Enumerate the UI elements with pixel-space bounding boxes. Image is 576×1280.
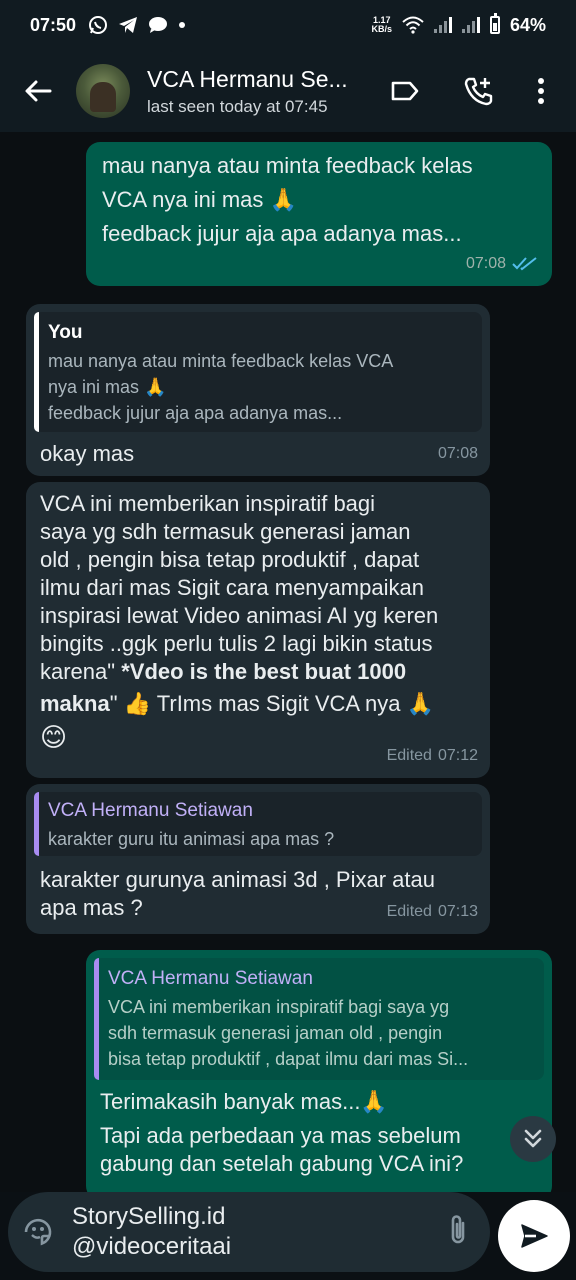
attach-button[interactable] bbox=[448, 1213, 468, 1252]
avatar[interactable] bbox=[76, 64, 130, 118]
sticker-icon bbox=[24, 1218, 52, 1246]
paperclip-icon bbox=[451, 1214, 465, 1243]
message-meta: 07:08 bbox=[438, 440, 478, 468]
message-composer: StorySelling.id @videoceritaai bbox=[8, 1192, 490, 1272]
message-bold-text: makna bbox=[40, 691, 110, 716]
message-text-part: " 👍 TrIms mas Sigit VCA nya 🙏 bbox=[109, 691, 434, 716]
edited-label: Edited bbox=[386, 903, 432, 920]
message-text-line: karena" *Vdeo is the best buat 1000 bbox=[40, 658, 476, 686]
message-text-line: karakter gurunya animasi 3d , Pixar atau bbox=[40, 867, 435, 892]
quoted-text-line: nya ini mas 🙏 bbox=[48, 377, 167, 397]
contact-name: VCA Hermanu Se... bbox=[147, 65, 348, 92]
add-call-icon[interactable] bbox=[458, 70, 500, 112]
message-time: 07:13 bbox=[437, 903, 478, 920]
wifi-icon bbox=[402, 16, 424, 34]
message-text-line: feedback jujur aja apa adanya mas... bbox=[102, 221, 462, 246]
message-text: okay mas bbox=[40, 441, 135, 466]
scroll-to-bottom-button[interactable] bbox=[510, 1116, 556, 1162]
message-incoming[interactable]: VCA ini memberikan inspiratif bagi saya … bbox=[26, 482, 490, 778]
message-outgoing[interactable]: mau nanya atau minta feedback kelas VCA … bbox=[86, 142, 552, 286]
input-text-line: StorySelling.id bbox=[72, 1203, 226, 1230]
quoted-text-line: feedback jujur aja apa adanya mas... bbox=[48, 403, 343, 423]
battery-level: 64% bbox=[509, 14, 546, 35]
message-text-line: VCA nya ini mas 🙏 bbox=[102, 187, 297, 212]
quoted-message[interactable]: You mau nanya atau minta feedback kelas … bbox=[34, 312, 482, 432]
message-text-line: inspirasi lewat Video animasi AI yg kere… bbox=[40, 603, 439, 628]
message-meta: Edited 07:13 bbox=[387, 898, 478, 926]
message-input[interactable]: StorySelling.id @videoceritaai bbox=[72, 1202, 412, 1262]
message-text-line: Terimakasih banyak mas...🙏 bbox=[100, 1089, 388, 1114]
double-chevron-down-icon bbox=[524, 1129, 542, 1148]
back-arrow-icon[interactable] bbox=[18, 71, 58, 111]
message-meta: 07:08 bbox=[466, 250, 538, 278]
more-vert-icon[interactable] bbox=[520, 70, 562, 112]
net-speed: 1.17 KB/s bbox=[371, 15, 392, 34]
double-check-icon bbox=[512, 257, 537, 271]
message-time: 07:08 bbox=[437, 445, 478, 462]
chat-area[interactable]: mau nanya atau minta feedback kelas VCA … bbox=[0, 132, 576, 1192]
quoted-text-line: mau nanya atau minta feedback kelas VCA bbox=[48, 351, 394, 371]
quoted-text-line: bisa tetap produktif , dapat ilmu dari m… bbox=[108, 1049, 469, 1069]
quoted-text-line: karakter guru itu animasi apa mas ? bbox=[48, 829, 335, 849]
notification-icons bbox=[88, 15, 186, 35]
message-text-line: old , pengin bisa tetap produktif , dapa… bbox=[40, 547, 420, 572]
message-text-line: saya yg sdh termasuk generasi jaman bbox=[40, 519, 411, 544]
telegram-icon bbox=[119, 17, 138, 33]
message-text-line: Tapi ada perbedaan ya mas sebelum bbox=[100, 1123, 461, 1148]
battery-icon bbox=[489, 13, 500, 34]
quoted-author: You bbox=[48, 322, 83, 343]
quoted-text-line: VCA ini memberikan inspiratif bagi saya … bbox=[108, 997, 450, 1017]
message-text-part: karena" bbox=[40, 659, 122, 684]
message-time: 07:12 bbox=[437, 747, 478, 764]
message-incoming[interactable]: You mau nanya atau minta feedback kelas … bbox=[26, 304, 490, 476]
send-icon bbox=[521, 1224, 548, 1248]
message-text-line: makna" 👍 TrIms mas Sigit VCA nya 🙏 bbox=[40, 690, 476, 718]
dot-icon bbox=[179, 22, 186, 28]
status-time: 07:50 bbox=[30, 14, 77, 35]
last-seen-status: last seen today at 07:45 bbox=[147, 96, 328, 116]
edited-label: Edited bbox=[386, 747, 432, 764]
message-text-line: ilmu dari mas Sigit cara menyampaikan bbox=[40, 575, 424, 600]
message-text-line: mau nanya atau minta feedback kelas bbox=[102, 153, 473, 178]
quoted-text-line: sdh termasuk generasi jaman old , pengin bbox=[108, 1023, 443, 1043]
signal-icon-1 bbox=[433, 17, 452, 33]
label-icon[interactable] bbox=[384, 70, 426, 112]
message-text-line: gabung dan setelah gabung VCA ini? bbox=[100, 1151, 464, 1176]
message-text-line: bingits ..ggk perlu tulis 2 lagi bikin s… bbox=[40, 631, 433, 656]
message-time: 07:08 bbox=[465, 255, 506, 272]
message-text-line: VCA ini memberikan inspiratif bagi bbox=[40, 491, 376, 516]
chat-bubble-icon bbox=[149, 17, 168, 33]
input-text-line: @videoceritaai bbox=[72, 1233, 232, 1260]
message-outgoing[interactable]: VCA Hermanu Setiawan VCA ini memberikan … bbox=[86, 950, 552, 1192]
contact-info[interactable]: VCA Hermanu Se... last seen today at 07:… bbox=[147, 66, 377, 117]
signal-icon-2 bbox=[461, 17, 480, 33]
message-bold-text: *Vdeo is the best buat 1000 bbox=[121, 659, 407, 684]
quoted-message[interactable]: VCA Hermanu Setiawan VCA ini memberikan … bbox=[94, 958, 544, 1080]
status-bar: 07:50 1.17 KB/s 64% bbox=[0, 0, 576, 50]
send-button[interactable] bbox=[498, 1200, 570, 1272]
emoji-button[interactable] bbox=[8, 1216, 68, 1248]
message-meta: Edited 07:12 bbox=[387, 742, 478, 770]
quoted-message[interactable]: VCA Hermanu Setiawan karakter guru itu a… bbox=[34, 792, 482, 856]
smile-emoji: 😊 bbox=[40, 723, 68, 753]
quoted-author: VCA Hermanu Setiawan bbox=[48, 800, 253, 821]
whatsapp-icon bbox=[89, 16, 108, 34]
message-incoming[interactable]: VCA Hermanu Setiawan karakter guru itu a… bbox=[26, 784, 490, 934]
quoted-author: VCA Hermanu Setiawan bbox=[108, 968, 313, 989]
chat-header: VCA Hermanu Se... last seen today at 07:… bbox=[0, 50, 576, 132]
